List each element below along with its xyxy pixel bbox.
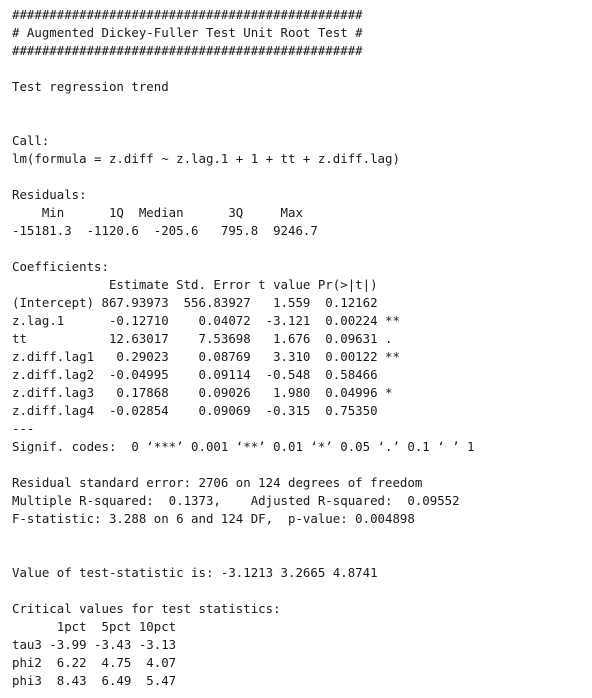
residuals-label: Residuals:	[12, 187, 87, 202]
coefficient-row: z.diff.lag2 -0.04995 0.09114 -0.548 0.58…	[12, 367, 400, 382]
critical-values-label: Critical values for test statistics:	[12, 601, 289, 616]
signif-codes: Signif. codes: 0 ‘***’ 0.001 ‘**’ 0.01 ‘…	[12, 439, 475, 454]
r-squared-line: Multiple R-squared: 0.1373, Adjusted R-s…	[12, 493, 468, 508]
residuals-values: -15181.3 -1120.6 -205.6 795.8 9246.7	[12, 223, 326, 238]
residuals-header: Min 1Q Median 3Q Max	[12, 205, 311, 220]
header-rule-bottom: ########################################…	[12, 43, 363, 58]
coefficient-row: z.diff.lag1 0.29023 0.08769 3.310 0.0012…	[12, 349, 400, 364]
coefficients-separator: ---	[12, 421, 35, 436]
residual-standard-error: Residual standard error: 2706 on 124 deg…	[12, 475, 423, 490]
coefficients-label: Coefficients:	[12, 259, 109, 274]
f-statistic-line: F-statistic: 3.288 on 6 and 124 DF, p-va…	[12, 511, 415, 526]
critical-values-row: tau3 -3.99 -3.43 -3.13	[12, 637, 177, 652]
test-statistic-line: Value of test-statistic is: -3.1213 3.26…	[12, 565, 385, 580]
test-regression-line: Test regression trend	[12, 79, 169, 94]
coefficient-row: z.diff.lag3 0.17868 0.09026 1.980 0.0499…	[12, 385, 400, 400]
critical-values-row: phi2 6.22 4.75 4.07	[12, 655, 177, 670]
r-console-output: ########################################…	[12, 6, 588, 690]
coefficients-header: Estimate Std. Error t value Pr(>|t|)	[12, 277, 400, 292]
coefficient-row: z.lag.1 -0.12710 0.04072 -3.121 0.00224 …	[12, 313, 400, 328]
critical-values-header: 1pct 5pct 10pct	[12, 619, 177, 634]
coefficient-row: tt 12.63017 7.53698 1.676 0.09631 .	[12, 331, 400, 346]
coefficient-row: (Intercept) 867.93973 556.83927 1.559 0.…	[12, 295, 400, 310]
critical-values-row: phi3 8.43 6.49 5.47	[12, 673, 177, 688]
call-label: Call:	[12, 133, 50, 148]
coefficient-row: z.diff.lag4 -0.02854 0.09069 -0.315 0.75…	[12, 403, 400, 418]
call-formula: lm(formula = z.diff ~ z.lag.1 + 1 + tt +…	[12, 151, 400, 166]
header-title: # Augmented Dickey-Fuller Test Unit Root…	[12, 25, 363, 40]
header-rule-top: ########################################…	[12, 7, 363, 22]
